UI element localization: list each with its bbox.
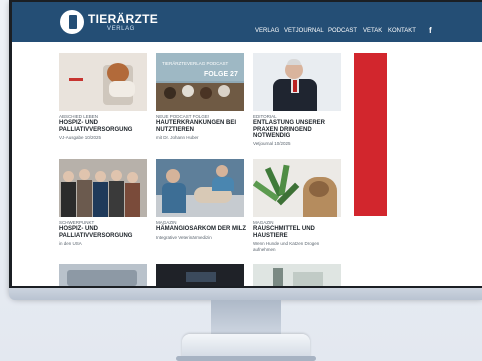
- article-title-3[interactable]: ENTLASTUNG UNSERER PRAXEN DRINGEND NOTWE…: [253, 120, 343, 140]
- article-title-5[interactable]: HÄMANGIOSARKOM DER MILZ: [156, 226, 246, 233]
- article-title-1[interactable]: HOSPIZ- UND PALLIATIVVERSORGUNG: [59, 120, 149, 133]
- monitor-stand-neck: [211, 300, 281, 338]
- article-kicker-5: MAGAZIN: [156, 220, 177, 225]
- article-title-4[interactable]: HOSPIZ- UND PALLIATIVVERSORGUNG: [59, 226, 149, 239]
- article-thumb-3[interactable]: [253, 53, 341, 111]
- article-thumb-9[interactable]: [253, 264, 341, 286]
- nav-vetjournal[interactable]: VETJOURNAL: [284, 28, 324, 34]
- ad-banner[interactable]: [354, 53, 387, 216]
- article-kicker-2: NEUE PODCAST FOLGE!: [156, 114, 210, 119]
- website-screen: TIERÄRZTE VERLAG VERLAG VETJOURNAL PODCA…: [12, 2, 482, 286]
- article-title-6[interactable]: RAUSCHMITTEL UND HAUSTIERE: [253, 226, 343, 239]
- site-logo[interactable]: TIERÄRZTE VERLAG: [60, 10, 158, 38]
- article-sub-5: Integrative Veterinärmedizin: [156, 235, 212, 240]
- site-header: TIERÄRZTE VERLAG VERLAG VETJOURNAL PODCA…: [12, 2, 482, 42]
- article-kicker-1: ABSCHIED LEBEN: [59, 114, 99, 119]
- article-thumb-5[interactable]: [156, 159, 244, 217]
- nav-vetak[interactable]: VETAK: [363, 28, 382, 34]
- article-title-2[interactable]: HAUTERKRANKUNGEN BEI NUTZTIEREN: [156, 120, 246, 133]
- nav-kontakt[interactable]: KONTAKT: [388, 28, 416, 34]
- stand-shadow: [176, 356, 316, 361]
- article-kicker-3: EDITORIAL: [253, 114, 277, 119]
- article-kicker-4: SCHWERPUNKT: [59, 220, 95, 225]
- article-thumb-4[interactable]: [59, 159, 147, 217]
- article-sub-4: in den USA: [59, 241, 82, 246]
- article-thumb-8[interactable]: [156, 264, 244, 286]
- podcast-thumb-title: TIERÄRZTEVERLAG PODCAST: [162, 61, 229, 66]
- nav-verlag[interactable]: VERLAG: [255, 28, 279, 34]
- nav-podcast[interactable]: PODCAST: [328, 28, 357, 34]
- podcast-thumb-episode: FOLGE 27: [204, 71, 238, 78]
- article-thumb-2[interactable]: TIERÄRZTEVERLAG PODCAST FOLGE 27: [156, 53, 244, 111]
- article-kicker-6: MAGAZIN: [253, 220, 274, 225]
- logo-subtitle: VERLAG: [107, 26, 135, 32]
- article-sub-2: mit Dr. Johann Huber: [156, 135, 199, 140]
- article-thumb-1[interactable]: [59, 53, 147, 111]
- logo-icon: [60, 10, 84, 34]
- article-thumb-6[interactable]: [253, 159, 341, 217]
- facebook-icon[interactable]: f: [429, 26, 432, 35]
- logo-title: TIERÄRZTE: [88, 12, 159, 26]
- article-sub-3: Vetjournal 10/2025: [253, 141, 291, 146]
- article-sub-6: Wenn Hunde und Katzen Drogen aufnehmen: [253, 241, 320, 252]
- article-sub-1: VJ-Ausgabe 10/2025: [59, 135, 102, 140]
- monitor-chin: [9, 288, 482, 300]
- article-thumb-7[interactable]: [59, 264, 147, 286]
